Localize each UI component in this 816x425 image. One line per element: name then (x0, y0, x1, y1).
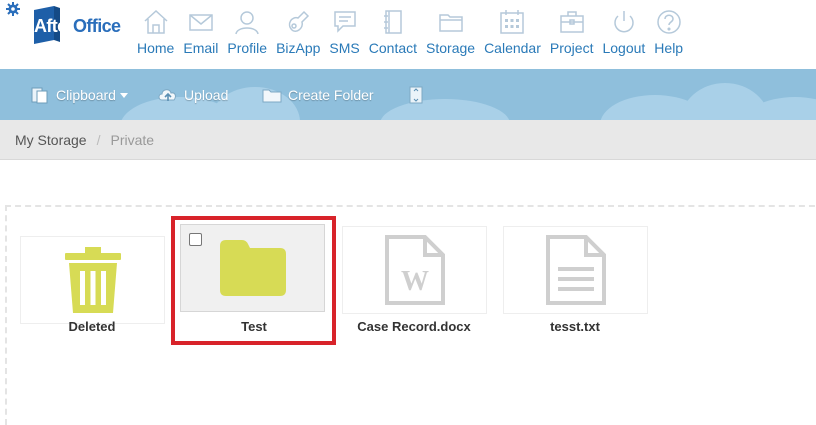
create-folder-button[interactable]: Create Folder (262, 83, 374, 107)
nav-profile[interactable]: Profile (227, 8, 267, 60)
logout-icon (614, 11, 634, 33)
breadcrumb: My Storage / Private (0, 120, 816, 160)
file-name: tesst.txt (550, 319, 600, 334)
contact-icon (383, 10, 402, 34)
top-navigation-bar: AfterOffice Home Email Profile BizApp SM… (0, 0, 816, 69)
nav-project[interactable]: Project (550, 8, 593, 60)
sort-button[interactable] (406, 83, 432, 107)
file-tile-deleted[interactable] (20, 236, 165, 324)
nav-home[interactable]: Home (137, 8, 174, 60)
bizapp-icon (289, 10, 310, 33)
nav-contact[interactable]: Contact (369, 8, 417, 60)
breadcrumb-current: Private (110, 131, 155, 148)
file-name: Test (241, 319, 267, 334)
nav-help[interactable]: Help (654, 8, 683, 60)
file-tile-tesst-txt[interactable] (503, 226, 648, 314)
profile-icon (235, 11, 259, 35)
clipboard-button[interactable]: Clipboard (30, 83, 128, 107)
main-nav: Home Email Profile BizApp SMS Contact St… (137, 8, 692, 60)
home-icon (144, 9, 168, 34)
nav-calendar[interactable]: Calendar (484, 8, 541, 60)
help-icon (656, 10, 681, 34)
storage-toolbar: Clipboard Upload Create Folder (0, 69, 816, 120)
file-tile-test[interactable] (180, 224, 325, 312)
word-document-icon: W (384, 235, 445, 305)
folder-icon (219, 240, 286, 296)
afteroffice-logo[interactable]: AfterOffice (4, 0, 124, 60)
upload-icon (158, 89, 176, 101)
storage-icon (438, 14, 463, 32)
breadcrumb-my-storage[interactable]: My Storage (15, 132, 87, 148)
gear-icon (6, 2, 20, 16)
cloud-decoration (380, 99, 510, 120)
breadcrumb-separator: / (96, 131, 101, 148)
folder-add-icon (262, 89, 282, 103)
select-checkbox[interactable] (189, 233, 202, 246)
logo-wordmark: AfterOffice (34, 16, 121, 36)
file-tile-case-record[interactable]: W (342, 226, 487, 314)
nav-storage[interactable]: Storage (426, 8, 475, 60)
file-name: Deleted (68, 319, 116, 334)
trash-icon (64, 247, 121, 313)
sort-icon (409, 86, 423, 104)
svg-text:W: W (401, 266, 429, 297)
clipboard-icon (31, 87, 48, 104)
upload-button[interactable]: Upload (158, 83, 228, 107)
text-file-icon (545, 235, 606, 305)
nav-sms[interactable]: SMS (329, 8, 360, 60)
sms-icon (333, 11, 356, 33)
project-icon (559, 11, 584, 33)
nav-logout[interactable]: Logout (602, 8, 645, 60)
nav-bizapp[interactable]: BizApp (276, 8, 320, 60)
nav-email[interactable]: Email (183, 8, 218, 60)
email-icon (189, 14, 213, 31)
chevron-down-icon (119, 92, 128, 98)
file-name: Case Record.docx (357, 319, 471, 334)
calendar-icon (500, 10, 525, 34)
